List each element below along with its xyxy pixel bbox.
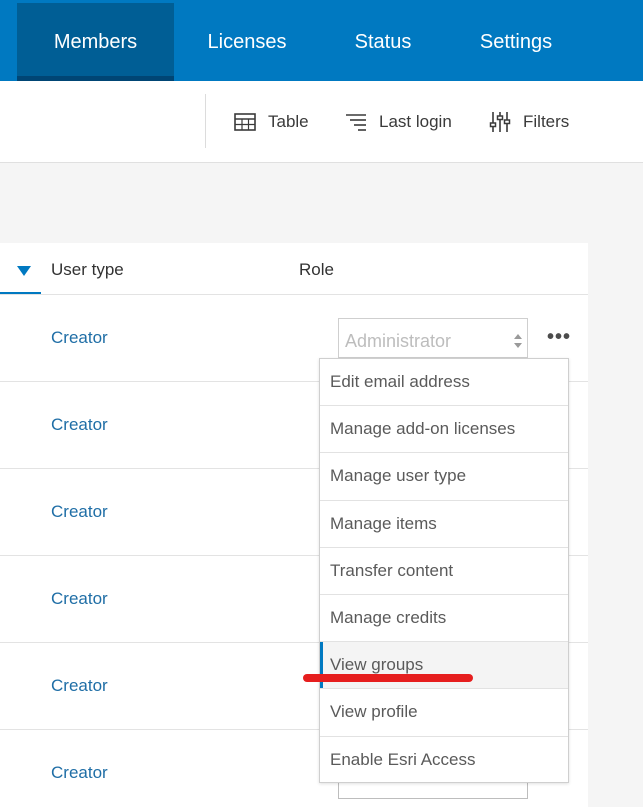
tab-status-label: Status: [354, 30, 412, 53]
top-navigation: Members Licenses Status Settings: [0, 0, 643, 81]
select-arrows-icon: [513, 333, 523, 354]
user-type-link[interactable]: Creator: [51, 415, 108, 435]
menu-item-manage-addon-licenses[interactable]: Manage add-on licenses: [320, 406, 568, 454]
tab-status[interactable]: Status: [320, 3, 446, 81]
menu-item-manage-credits[interactable]: Manage credits: [320, 595, 568, 643]
toolbar-divider: [205, 94, 206, 148]
filters-icon: [489, 111, 511, 133]
user-type-link[interactable]: Creator: [51, 763, 108, 783]
table-view-button[interactable]: Table: [234, 81, 309, 162]
tab-members[interactable]: Members: [17, 3, 174, 81]
role-select-bottom-edge: [338, 782, 528, 799]
tab-settings[interactable]: Settings: [446, 3, 586, 81]
tab-members-label: Members: [53, 30, 138, 53]
user-type-link[interactable]: Creator: [51, 328, 108, 348]
sort-last-login-label: Last login: [379, 111, 452, 131]
toolbar: Table Last login Filters: [0, 81, 643, 163]
column-header-user-type[interactable]: User type: [51, 260, 124, 280]
actions-dropdown-menu: Edit email address Manage add-on license…: [319, 358, 569, 783]
members-page: Members Licenses Status Settings Table L…: [0, 0, 643, 807]
menu-item-manage-items[interactable]: Manage items: [320, 501, 568, 548]
menu-item-transfer-content[interactable]: Transfer content: [320, 548, 568, 595]
tab-settings-label: Settings: [479, 30, 553, 53]
annotation-underline: [303, 674, 473, 682]
menu-item-view-groups[interactable]: View groups: [320, 642, 568, 690]
filters-label: Filters: [523, 111, 570, 131]
role-select-value: Administrator: [345, 331, 452, 351]
menu-item-edit-email[interactable]: Edit email address: [320, 359, 568, 407]
more-actions-button[interactable]: •••: [547, 326, 571, 349]
table-icon: [234, 112, 256, 131]
table-header-row: User type Role: [0, 243, 588, 295]
table-view-label: Table: [268, 111, 309, 131]
user-type-link[interactable]: Creator: [51, 676, 108, 696]
menu-item-view-profile[interactable]: View profile: [320, 689, 568, 737]
user-type-link[interactable]: Creator: [51, 589, 108, 609]
role-select[interactable]: Administrator: [338, 318, 528, 358]
sort-indicator: [0, 292, 41, 294]
menu-item-enable-esri-access[interactable]: Enable Esri Access: [320, 737, 568, 784]
tab-licenses-label: Licenses: [207, 30, 287, 53]
menu-item-manage-user-type[interactable]: Manage user type: [320, 453, 568, 501]
sort-lines-icon: [345, 113, 367, 131]
column-header-role[interactable]: Role: [299, 260, 334, 280]
filters-button[interactable]: Filters: [489, 81, 569, 162]
sort-last-login-button[interactable]: Last login: [345, 81, 452, 162]
user-type-link[interactable]: Creator: [51, 502, 108, 522]
tab-licenses[interactable]: Licenses: [174, 3, 320, 81]
sort-descending-icon[interactable]: [17, 263, 31, 281]
